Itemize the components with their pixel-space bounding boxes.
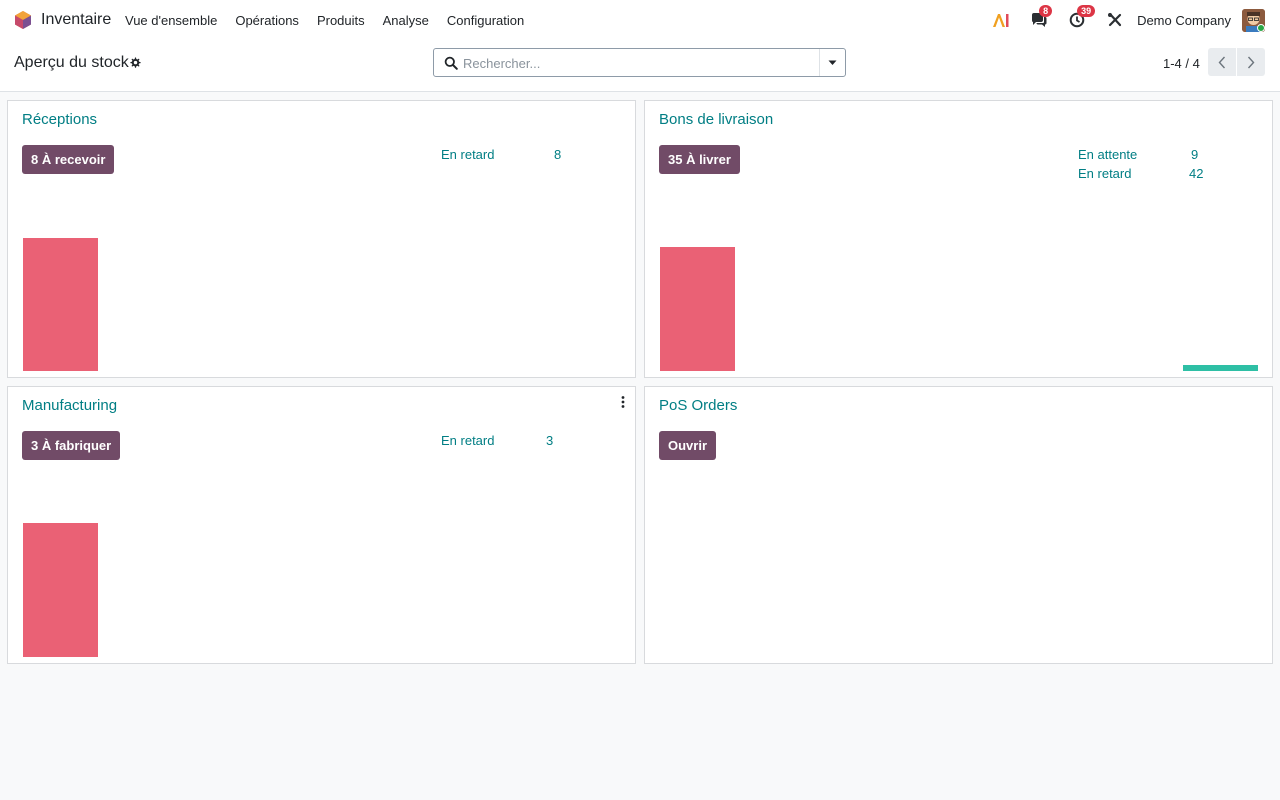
stat-value: 8: [554, 147, 562, 162]
company-switcher[interactable]: Demo Company: [1137, 13, 1231, 28]
to-manufacture-button[interactable]: 3 À fabriquer: [22, 431, 121, 460]
open-button[interactable]: Ouvrir: [659, 431, 717, 460]
search-input[interactable]: [463, 53, 818, 73]
chevron-right-icon: [1247, 56, 1255, 68]
card-deliveries: Bons de livraison 35 À livrer En attente…: [644, 100, 1273, 378]
stat-late-deliveries[interactable]: En retard 42: [1078, 166, 1218, 182]
card-manufacturing: Manufacturing 3 À fabriquer En retard 3: [7, 386, 636, 664]
stat-label: En retard: [441, 433, 495, 448]
stat-value: 3: [546, 433, 554, 448]
card-title-pos-orders[interactable]: PoS Orders: [659, 397, 737, 414]
caret-down-icon: [828, 60, 837, 65]
graph-bar[interactable]: [1183, 365, 1258, 371]
online-status-dot: [1257, 23, 1265, 32]
menu-item-overview[interactable]: Vue d'ensemble: [125, 13, 217, 28]
to-receive-button[interactable]: 8 À recevoir: [22, 145, 115, 174]
stat-label: En retard: [441, 147, 495, 162]
stat-value: 42: [1189, 166, 1204, 181]
activities-badge: 39: [1077, 5, 1096, 17]
menu-item-analysis[interactable]: Analyse: [383, 13, 429, 28]
stat-label: En retard: [1078, 166, 1132, 181]
menu-item-products[interactable]: Produits: [317, 13, 365, 28]
gear-icon[interactable]: [129, 57, 141, 69]
search-box: [433, 48, 846, 77]
to-deliver-button[interactable]: 35 À livrer: [659, 145, 740, 174]
card-title-manufacturing[interactable]: Manufacturing: [22, 397, 117, 414]
systray: 8 39 Demo Company: [975, 5, 1265, 33]
search-options-toggle[interactable]: [819, 49, 845, 76]
app-name[interactable]: Inventaire: [41, 11, 111, 29]
menu-item-configuration[interactable]: Configuration: [447, 13, 524, 28]
stat-value: 9: [1191, 147, 1199, 162]
pager-previous-button[interactable]: [1208, 48, 1236, 76]
graph-bar[interactable]: [23, 523, 98, 657]
graph-bar[interactable]: [23, 238, 98, 371]
kebab-menu-icon[interactable]: [619, 395, 627, 409]
card-title-deliveries[interactable]: Bons de livraison: [659, 111, 773, 128]
top-navbar: Inventaire Vue d'ensemble Opérations Pro…: [0, 0, 1280, 40]
pager-value[interactable]: 1-4 / 4: [1163, 56, 1200, 71]
stat-waiting-deliveries[interactable]: En attente 9: [1078, 147, 1218, 163]
search-icon: [444, 56, 458, 70]
graph-bar[interactable]: [660, 247, 735, 371]
chevron-left-icon: [1218, 56, 1226, 68]
stat-late-receptions[interactable]: En retard 8: [441, 147, 581, 163]
activities-clock-icon[interactable]: 39: [1065, 5, 1096, 32]
messages-badge: 8: [1039, 5, 1053, 17]
card-pos-orders: PoS Orders Ouvrir: [644, 386, 1273, 664]
menu-item-operations[interactable]: Opérations: [235, 13, 299, 28]
stat-label: En attente: [1078, 147, 1138, 162]
inventory-app-icon[interactable]: [14, 11, 32, 29]
card-title-receptions[interactable]: Réceptions: [22, 111, 97, 128]
ai-icon[interactable]: [989, 8, 1013, 32]
user-avatar[interactable]: [1242, 8, 1265, 32]
page-title: Aperçu du stock: [14, 54, 129, 71]
pager-next-button[interactable]: [1237, 48, 1265, 76]
control-panel: Aperçu du stock 1-4 / 4: [0, 40, 1280, 92]
stat-late-manufacturing[interactable]: En retard 3: [441, 433, 581, 449]
debug-tools-icon[interactable]: [1103, 8, 1127, 32]
messages-icon[interactable]: 8: [1027, 5, 1053, 32]
main-menu: Vue d'ensemble Opérations Produits Analy…: [125, 13, 542, 28]
card-receptions: Réceptions 8 À recevoir En retard 8: [7, 100, 636, 378]
